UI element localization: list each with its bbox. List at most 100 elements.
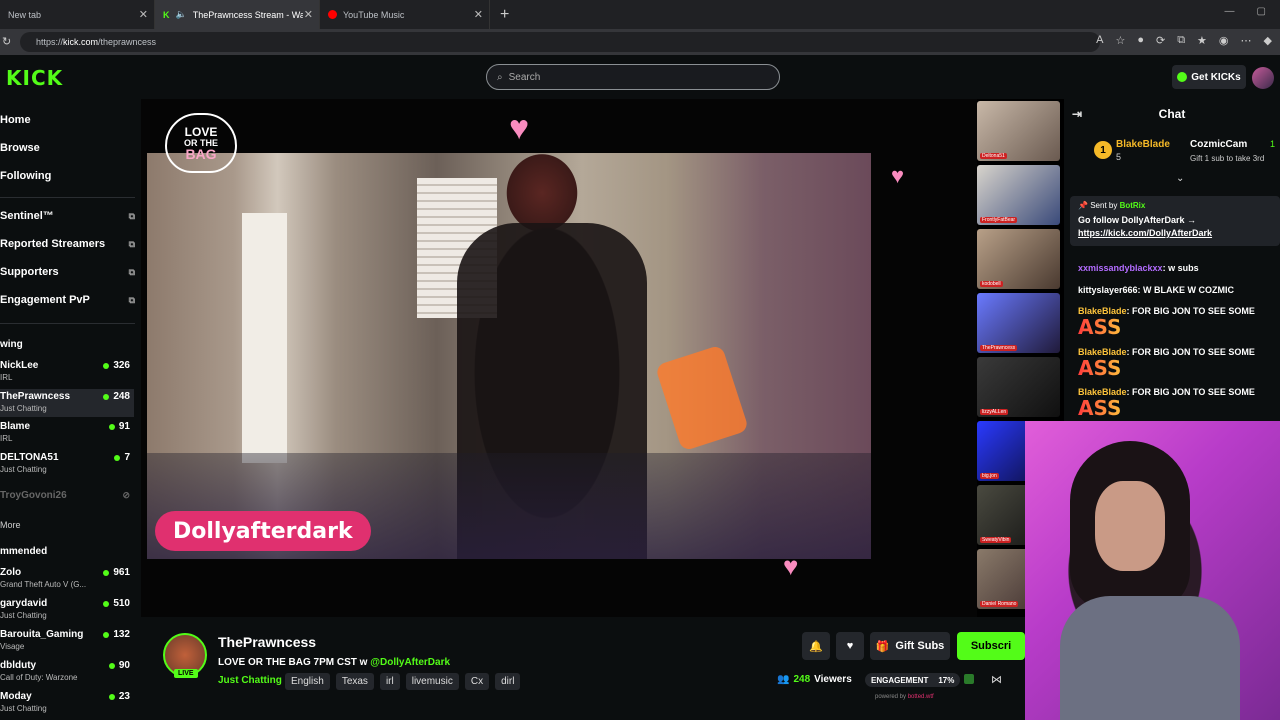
recommended-heading: mmended [0, 546, 48, 557]
close-icon[interactable]: ✕ [139, 8, 148, 21]
following-channel[interactable]: NickLee IRL 326 [0, 360, 134, 386]
search-input[interactable]: ⌕ Search [486, 64, 780, 90]
bot-name: BotRix [1119, 201, 1146, 210]
pinned-link[interactable]: https://kick.com/DollyAfterDark [1078, 228, 1272, 238]
offline-icon: ⊘ [122, 490, 130, 500]
reload-icon[interactable]: ↻ [2, 35, 11, 48]
subscribe-button[interactable]: Subscri [957, 632, 1025, 660]
sidebar-item-supporters[interactable]: Supporters ⧉ [0, 266, 135, 278]
share-icon[interactable]: ⋈ [991, 673, 1002, 686]
tab-theprawncess[interactable]: K 🔈 ThePrawncess Stream - Watch ✕ [155, 0, 320, 29]
user-avatar[interactable] [1252, 67, 1274, 89]
favorites-icon[interactable]: ★ [1197, 34, 1207, 47]
live-dot-icon [103, 569, 110, 576]
sidebar-item-label: Sentinel™ [0, 210, 54, 222]
search-icon: ⌕ [497, 71, 503, 83]
viewer-count: 326 [113, 360, 130, 371]
maximize-icon[interactable]: ▢ [1257, 6, 1266, 17]
video-player[interactable]: LOVE OR THE BAG ♥ ♥ ♥ Dollyafterdark [141, 99, 977, 617]
guest-label: Deltona51 [980, 153, 1007, 159]
category-link[interactable]: Just Chatting [218, 675, 282, 686]
tag[interactable]: Texas [335, 673, 374, 690]
chat-message: xxmissandyblackxx: w subs [1078, 263, 1199, 273]
kick-logo[interactable]: KICK [6, 66, 63, 90]
following-channel[interactable]: DELTONA51 Just Chatting 7 [0, 452, 134, 478]
close-icon[interactable]: ✕ [304, 8, 313, 21]
sidebar-item-sentinel[interactable]: Sentinel™ ⧉ [0, 210, 135, 222]
channel-name: TroyGovoni26 [0, 490, 67, 501]
follow-button[interactable]: ♥ [836, 632, 864, 660]
engagement-value: 17% [938, 675, 955, 685]
channel-category: Call of Duty: Warzone [0, 673, 78, 682]
url-path: /theprawncess [98, 37, 157, 47]
tag[interactable]: English [285, 673, 330, 690]
guest-thumbnail[interactable]: FrontlyFatBear [977, 165, 1060, 225]
get-kicks-button[interactable]: Get KICKs [1172, 65, 1246, 89]
profile-icon[interactable]: ◉ [1219, 34, 1229, 47]
more-menu-icon[interactable]: ⋯ [1241, 34, 1252, 47]
channel-category: IRL [0, 373, 13, 382]
nav-following[interactable]: Following [0, 170, 51, 182]
notification-button[interactable]: 🔔 [802, 632, 830, 660]
recommended-channel[interactable]: garydavid Just Chatting 510 [0, 598, 134, 624]
guest-thumbnail[interactable]: kodobell [977, 229, 1060, 289]
extensions-icon[interactable]: ⧉ [1177, 34, 1185, 47]
tag[interactable]: livemusic [405, 673, 459, 690]
live-dot-icon [114, 454, 121, 461]
recommended-channel[interactable]: Barouita_Gaming Visage 132 [0, 629, 134, 655]
webcam-overlay [1025, 421, 1280, 720]
tag[interactable]: Cx [464, 673, 490, 690]
following-channel[interactable]: ThePrawncess Just Chatting 248 [0, 389, 134, 417]
tab-new-tab[interactable]: New tab ✕ [0, 0, 155, 29]
new-tab-plus-icon[interactable]: + [500, 6, 509, 24]
guest-label: SweatyVibin [980, 537, 1012, 543]
show-more-link[interactable]: More [0, 520, 21, 530]
recommended-channel[interactable]: dblduty Call of Duty: Warzone 90 [0, 660, 134, 686]
read-aloud-icon[interactable]: A [1096, 34, 1103, 47]
close-icon[interactable]: ✕ [474, 8, 483, 21]
chat-panel: ⇥ Chat 1 BlakeBlade 5 CozmicCam 1 Gift 1… [1064, 99, 1280, 421]
url-field[interactable]: https://kick.com/theprawncess [20, 32, 1100, 52]
following-channel-offline[interactable]: TroyGovoni26 ⊘ [0, 490, 134, 504]
ass-emote: ASS [1078, 357, 1278, 379]
channel-name[interactable]: ThePrawncess [218, 634, 316, 650]
gift-subs-button[interactable]: 🎁 Gift Subs [870, 632, 950, 660]
guest-thumbnail[interactable]: ThePrawncess [977, 293, 1060, 353]
chat-username[interactable]: kittyslayer666 [1078, 285, 1138, 295]
nav-browse[interactable]: Browse [0, 142, 40, 154]
refresh-extension-icon[interactable]: ⟳ [1156, 34, 1165, 47]
tab-label: YouTube Music [343, 9, 405, 20]
guest-thumbnail[interactable]: Deltona51 [977, 101, 1060, 161]
tag[interactable]: irl [379, 673, 400, 690]
sidebar-item-reported-streamers[interactable]: Reported Streamers ⧉ [0, 238, 135, 250]
recommended-channel[interactable]: Zolo Grand Theft Auto V (G... 961 [0, 567, 134, 593]
copilot-icon[interactable]: ◆ [1264, 34, 1272, 47]
guest-label: kodobell [980, 281, 1003, 287]
people-icon: 👥 [777, 674, 790, 685]
pinned-sent-by: Sent by [1090, 201, 1118, 210]
youtube-music-icon [328, 10, 337, 19]
stream-title-text: LOVE OR THE BAG 7PM CST w [218, 657, 368, 668]
minimize-icon[interactable]: — [1225, 6, 1235, 17]
favorite-star-icon[interactable]: ☆ [1115, 34, 1125, 47]
viewer-count: 248 [113, 391, 130, 402]
extension-icon[interactable]: ● [1137, 34, 1144, 47]
nav-home[interactable]: Home [0, 114, 31, 126]
following-channel[interactable]: Blame IRL 91 [0, 421, 134, 447]
guest-thumbnail[interactable]: lizzyALLen [977, 357, 1060, 417]
stream-video-frame [147, 153, 871, 559]
collapse-chat-icon[interactable]: ⇥ [1072, 107, 1082, 121]
speaker-icon[interactable]: 🔈 [176, 9, 187, 20]
chat-username[interactable]: xxmissandyblackxx [1078, 263, 1163, 273]
sidebar-item-engagement-pvp[interactable]: Engagement PvP ⧉ [0, 294, 135, 306]
recommended-channel[interactable]: Moday Just Chatting 23 [0, 691, 134, 717]
tab-youtube-music[interactable]: YouTube Music ✕ [320, 0, 490, 29]
gift-count: 1 [1270, 139, 1276, 149]
engagement-label: ENGAGEMENT [871, 675, 929, 685]
title-mention-link[interactable]: @DollyAfterDark [370, 657, 450, 668]
expand-chevron-icon[interactable]: ⌄ [1176, 173, 1184, 184]
channel-category: Just Chatting [0, 465, 47, 474]
tag[interactable]: dirl [495, 673, 521, 690]
url-host: kick.com [63, 37, 99, 47]
address-bar-row: ↻ https://kick.com/theprawncess A ☆ ● ⟳ … [0, 29, 1280, 55]
